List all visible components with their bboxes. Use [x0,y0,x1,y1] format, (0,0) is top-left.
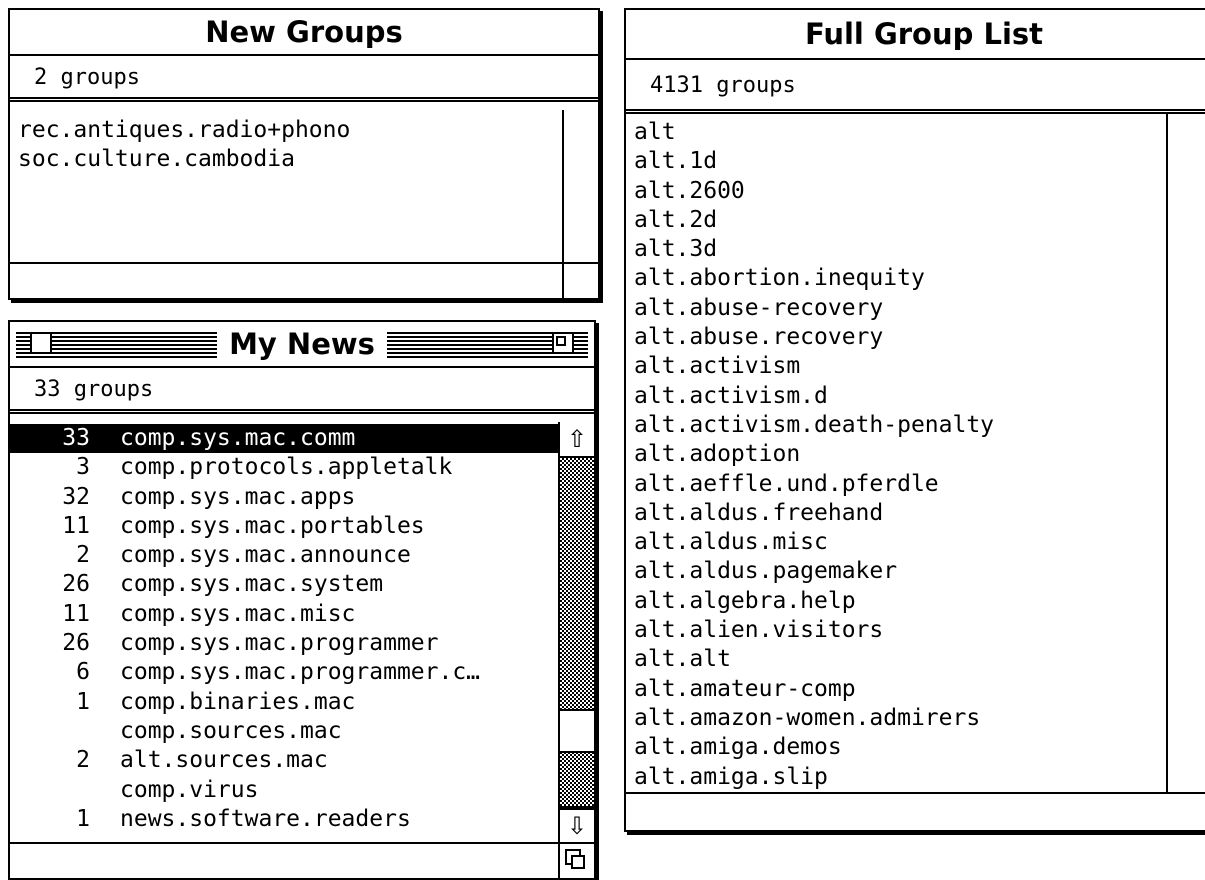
unread-count: 26 [62,571,90,598]
list-item[interactable]: alt.2d [626,206,1166,235]
list-item[interactable]: alt.3d [626,235,1166,264]
full-group-list-titlebar[interactable]: Full Group List [626,10,1205,60]
my-news-list[interactable]: 33 comp.sys.mac.comm 3 comp.protocols.apple… [10,424,558,842]
new-groups-hscroll[interactable] [10,262,598,298]
list-item[interactable]: alt.amazon-women.admirers [626,704,1166,733]
scroll-down-arrow-icon[interactable]: ⇩ [560,808,594,842]
grow-box-icon[interactable] [558,842,594,878]
my-news-title: My News [217,329,387,359]
table-row[interactable]: 33 comp.sys.mac.comm [10,424,558,454]
table-row[interactable]: comp.virus [10,776,558,805]
my-news-window[interactable]: My News 33 groups 33 comp.sys.mac.comm 3 co… [8,320,596,880]
unread-count: 26 [62,630,90,657]
list-item[interactable]: alt.aldus.pagemaker [626,557,1166,586]
list-item[interactable]: alt.adoption [626,440,1166,469]
unread-count: 2 [76,542,90,569]
new-groups-titlebar[interactable]: New Groups [10,10,598,56]
unread-count: 1 [76,805,90,832]
group-name: comp.sources.mac [120,717,342,744]
close-box-icon[interactable] [30,332,52,354]
zoom-box-icon[interactable] [552,332,574,354]
unread-count: 1 [76,688,90,715]
list-item[interactable]: alt.amateur-comp [626,675,1166,704]
unread-count: 33 [62,425,90,451]
unread-count [18,776,120,805]
list-item[interactable]: alt [626,118,1166,147]
list-item[interactable]: soc.culture.cambodia [10,145,562,174]
group-name: comp.virus [120,776,259,803]
table-row[interactable]: 26 comp.sys.mac.programmer [10,629,558,658]
table-row[interactable]: 32 comp.sys.mac.apps [10,483,558,512]
my-news-titlebar[interactable]: My News [10,322,594,368]
group-name: comp.sys.mac.programmer [120,630,439,657]
unread-count: 2 [76,747,90,774]
full-group-list-hscroll[interactable] [626,792,1205,830]
unread-count: 11 [62,512,90,539]
unread-count: 3 [76,454,90,481]
table-row[interactable]: 11 comp.sys.mac.portables [10,512,558,541]
group-name: comp.sys.mac.apps [120,483,356,510]
new-groups-window[interactable]: New Groups 2 groups rec.antiques.radio+p… [8,8,600,300]
list-item[interactable]: alt.abuse.recovery [626,323,1166,352]
table-row[interactable]: 26 comp.sys.mac.system [10,570,558,599]
group-name: comp.protocols.appletalk [120,454,453,481]
list-item[interactable]: alt.alt [626,645,1166,674]
table-row[interactable]: 1 news.software.readers [10,805,558,834]
full-group-list-title: Full Group List [792,19,1056,49]
scroll-up-arrow-icon[interactable]: ⇧ [560,422,594,456]
list-item[interactable]: alt.aeffle.und.pferdle [626,470,1166,499]
new-groups-vscroll[interactable] [562,110,598,262]
list-item[interactable]: alt.amiga.demos [626,733,1166,762]
new-groups-title: New Groups [193,17,415,47]
group-name: comp.sys.mac.announce [120,542,411,569]
table-row[interactable]: 6 comp.sys.mac.programmer.c… [10,658,558,687]
new-groups-count: 2 groups [10,56,598,102]
new-groups-grow-box[interactable] [562,262,598,298]
list-item[interactable]: alt.alien.visitors [626,616,1166,645]
list-item[interactable]: alt.algebra.help [626,587,1166,616]
full-group-list-vscroll[interactable] [1166,114,1205,792]
table-row[interactable]: comp.sources.mac [10,717,558,746]
unread-count: 32 [62,483,90,510]
table-row[interactable]: 2 comp.sys.mac.announce [10,541,558,570]
table-row[interactable]: 1 comp.binaries.mac [10,688,558,717]
table-row[interactable]: 2 alt.sources.mac [10,746,558,775]
scroll-thumb[interactable] [560,708,594,753]
unread-count: 6 [76,659,90,686]
group-name: comp.sys.mac.misc [120,600,356,627]
new-groups-list[interactable]: rec.antiques.radio+phono soc.culture.camb… [10,116,562,266]
list-item[interactable]: alt.activism [626,352,1166,381]
list-item[interactable]: alt.aldus.freehand [626,499,1166,528]
unread-count [18,717,120,746]
list-item[interactable]: alt.activism.death-penalty [626,411,1166,440]
list-item[interactable]: alt.abortion.inequity [626,264,1166,293]
my-news-vscroll[interactable]: ⇧ ⇩ [558,422,594,842]
group-name: comp.binaries.mac [120,688,356,715]
list-item[interactable]: alt.2600 [626,177,1166,206]
group-name: comp.sys.mac.programmer.c… [120,659,481,686]
group-name: comp.sys.mac.portables [120,512,425,539]
full-group-list[interactable]: alt alt.1d alt.2600 alt.2d alt.3d alt.abortio… [626,118,1166,796]
full-group-list-count: 4131 groups [626,60,1205,114]
my-news-count: 33 groups [10,368,594,414]
group-name: comp.sys.mac.system [120,571,384,598]
list-item[interactable]: alt.1d [626,147,1166,176]
full-group-list-window[interactable]: Full Group List 4131 groups alt alt.1d alt… [624,8,1205,832]
group-name: alt.sources.mac [120,747,328,774]
table-row[interactable]: 11 comp.sys.mac.misc [10,600,558,629]
unread-count: 11 [62,600,90,627]
scroll-track[interactable] [560,456,594,808]
my-news-hscroll[interactable] [10,842,594,878]
list-item[interactable]: alt.activism.d [626,382,1166,411]
list-item[interactable]: rec.antiques.radio+phono [10,116,562,145]
group-name: comp.sys.mac.comm [120,425,356,451]
group-name: news.software.readers [120,805,411,832]
list-item[interactable]: alt.abuse-recovery [626,294,1166,323]
table-row[interactable]: 3 comp.protocols.appletalk [10,453,558,482]
list-item[interactable]: alt.amiga.slip [626,763,1166,792]
list-item[interactable]: alt.aldus.misc [626,528,1166,557]
